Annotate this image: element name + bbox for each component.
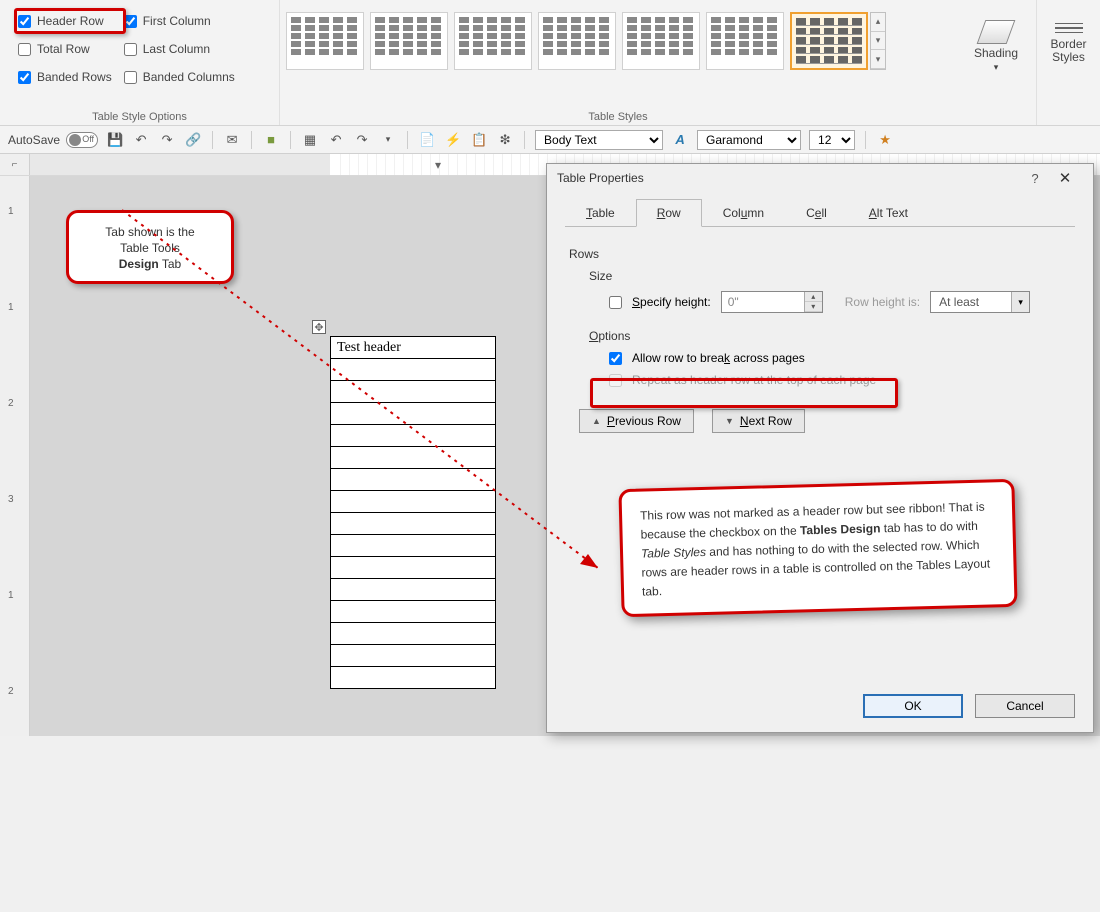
options-label: Options xyxy=(589,329,1071,343)
table-cell[interactable] xyxy=(331,381,496,403)
size-label: Size xyxy=(589,269,1071,283)
repeat-header-checkbox xyxy=(609,374,622,387)
table-style-thumbnail-selected[interactable] xyxy=(790,12,868,70)
chevron-down-icon[interactable]: ▾ xyxy=(379,131,397,149)
vertical-ruler[interactable]: 1 1 2 3 1 2 xyxy=(0,176,30,736)
redo2-icon[interactable]: ↷ xyxy=(353,131,371,149)
green-square-icon[interactable]: ■ xyxy=(262,131,280,149)
row-height-is-label: Row height is: xyxy=(845,295,920,309)
table-cell[interactable] xyxy=(331,579,496,601)
table-style-thumbnail[interactable] xyxy=(286,12,364,70)
banded-rows-checkbox[interactable]: Banded Rows xyxy=(18,70,112,84)
clear-format-icon[interactable]: A xyxy=(671,131,689,149)
table-style-thumbnail[interactable] xyxy=(622,12,700,70)
shading-button[interactable]: Shading ▾ xyxy=(956,20,1036,73)
height-spinner[interactable]: ▴▾ xyxy=(721,291,823,313)
envelope-icon[interactable]: ✉ xyxy=(223,131,241,149)
last-column-checkbox[interactable]: Last Column xyxy=(124,42,235,56)
undo2-icon[interactable]: ↶ xyxy=(327,131,345,149)
grid-icon[interactable]: ▦ xyxy=(301,131,319,149)
previous-row-button[interactable]: ▲Previous Row xyxy=(579,409,694,433)
rows-section-label: Rows xyxy=(569,247,1071,261)
table-style-thumbnail[interactable] xyxy=(706,12,784,70)
paste-icon[interactable]: 📋 xyxy=(470,131,488,149)
table-cell[interactable] xyxy=(331,425,496,447)
table-cell[interactable] xyxy=(331,623,496,645)
favorites-icon[interactable]: ★ xyxy=(876,131,894,149)
table-style-options-group: Header Row Total Row Banded Rows First C… xyxy=(0,0,280,125)
table-style-thumbnail[interactable] xyxy=(454,12,532,70)
row-height-combo[interactable]: At least▾ xyxy=(930,291,1030,313)
border-styles-button[interactable]: Border Styles xyxy=(1037,20,1100,64)
table-cell[interactable] xyxy=(331,359,496,381)
cancel-button[interactable]: Cancel xyxy=(975,694,1075,718)
table-cell[interactable] xyxy=(331,469,496,491)
dialog-title: Table Properties xyxy=(557,171,644,185)
autosave-toggle[interactable]: AutoSave Off xyxy=(8,132,98,148)
undo-icon[interactable]: ↶ xyxy=(132,131,150,149)
style-selector[interactable]: Body Text xyxy=(535,130,663,150)
save-icon[interactable]: 💾 xyxy=(106,131,124,149)
allow-break-label: Allow row to break across pages xyxy=(632,351,805,365)
banded-columns-checkbox[interactable]: Banded Columns xyxy=(124,70,235,84)
specify-height-label: Specify height: xyxy=(632,295,711,309)
repeat-header-label: Repeat as header row at the top of each … xyxy=(632,373,876,387)
redo-icon[interactable]: ↷ xyxy=(158,131,176,149)
tab-row[interactable]: Row xyxy=(636,199,702,227)
total-row-checkbox[interactable]: Total Row xyxy=(18,42,112,56)
tab-cell[interactable]: Cell xyxy=(785,199,848,227)
table-move-handle[interactable]: ✥ xyxy=(312,320,326,334)
document-table[interactable]: Test header xyxy=(330,336,496,689)
table-styles-group: ▴▾▾ Table Styles xyxy=(280,0,956,125)
table-cell[interactable] xyxy=(331,667,496,689)
table-style-thumbnail[interactable] xyxy=(538,12,616,70)
annotation-note-tab: Tab shown is the Table Tools Design Tab xyxy=(66,210,234,284)
dialog-help-button[interactable]: ? xyxy=(1023,171,1047,186)
table-cell[interactable] xyxy=(331,557,496,579)
table-header-cell[interactable]: Test header xyxy=(331,337,496,359)
specify-height-checkbox[interactable] xyxy=(609,296,622,309)
table-cell[interactable] xyxy=(331,645,496,667)
table-properties-dialog: Table Properties ? ✕ Table Row Column Ce… xyxy=(546,163,1094,733)
header-row-checkbox[interactable]: Header Row xyxy=(18,14,112,28)
table-cell[interactable] xyxy=(331,601,496,623)
table-cell[interactable] xyxy=(331,403,496,425)
allow-break-checkbox[interactable] xyxy=(609,352,622,365)
attach-icon[interactable]: 🔗 xyxy=(184,131,202,149)
table-style-thumbnail[interactable] xyxy=(370,12,448,70)
dialog-close-button[interactable]: ✕ xyxy=(1047,169,1083,187)
quick-icon[interactable]: ⚡ xyxy=(444,131,462,149)
group-label-style-options: Table Style Options xyxy=(0,111,279,123)
tab-column[interactable]: Column xyxy=(702,199,785,227)
annotation-note-explanation: This row was not marked as a header row … xyxy=(618,479,1017,618)
table-cell[interactable] xyxy=(331,491,496,513)
tab-alt-text[interactable]: Alt Text xyxy=(848,199,929,227)
table-cell[interactable] xyxy=(331,513,496,535)
options-icon[interactable]: ❇ xyxy=(496,131,514,149)
table-cell[interactable] xyxy=(331,447,496,469)
tab-selector[interactable]: ⌐ xyxy=(0,154,30,175)
border-styles-icon xyxy=(1055,20,1083,36)
group-label-table-styles: Table Styles xyxy=(280,111,956,123)
next-row-button[interactable]: ▼Next Row xyxy=(712,409,805,433)
first-column-checkbox[interactable]: First Column xyxy=(124,14,235,28)
font-size-selector[interactable]: 12 xyxy=(809,130,855,150)
tab-table[interactable]: Table xyxy=(565,199,636,227)
table-cell[interactable] xyxy=(331,535,496,557)
shading-icon xyxy=(977,20,1016,44)
font-selector[interactable]: Garamond xyxy=(697,130,801,150)
insert-icon[interactable]: 📄 xyxy=(418,131,436,149)
ok-button[interactable]: OK xyxy=(863,694,963,718)
quick-access-toolbar: AutoSave Off 💾 ↶ ↷ 🔗 ✉ ■ ▦ ↶ ↷ ▾ 📄 ⚡ 📋 ❇… xyxy=(0,126,1100,154)
table-styles-expand[interactable]: ▴▾▾ xyxy=(870,12,886,70)
